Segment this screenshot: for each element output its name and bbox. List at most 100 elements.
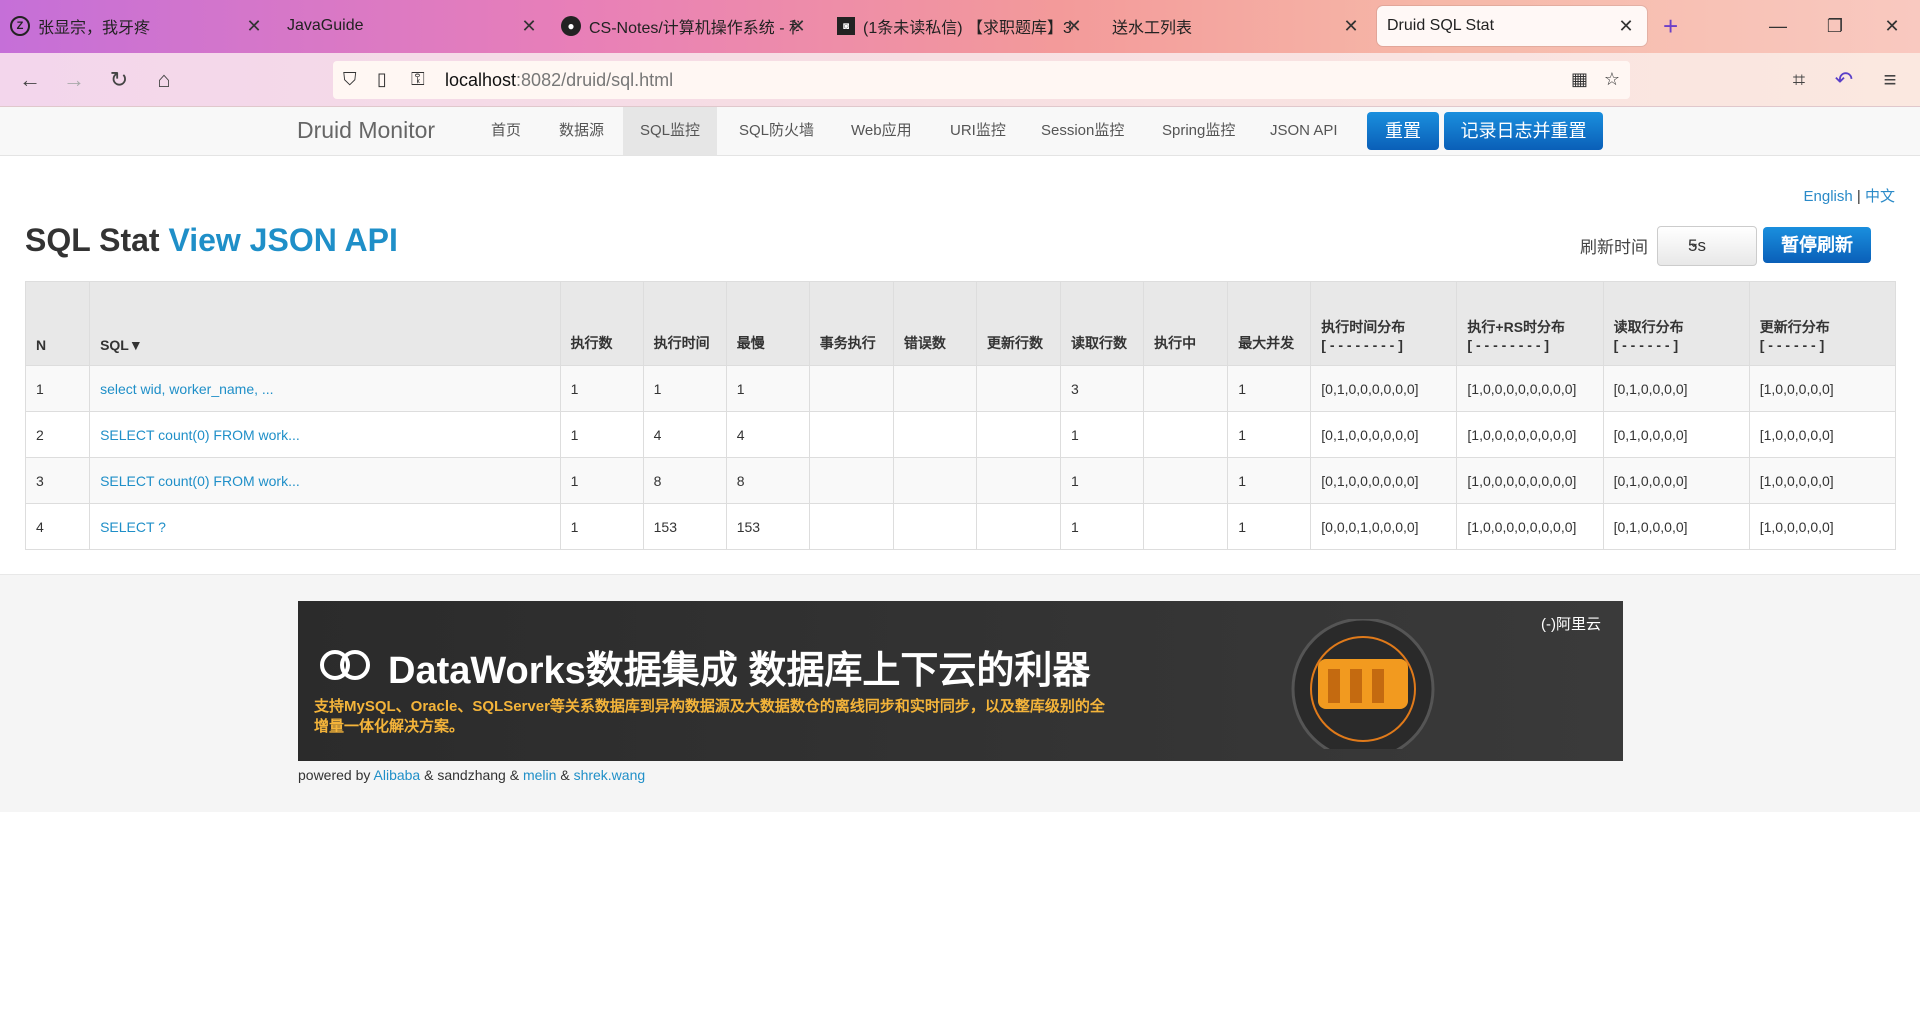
table-cell: [0,1,0,0,0,0,0,0] xyxy=(1310,365,1458,412)
tab-title: 送水工列表 xyxy=(1112,20,1193,37)
shrek-wang-link[interactable]: shrek.wang xyxy=(574,767,646,783)
screenshot-icon[interactable]: ⌗ xyxy=(1782,63,1816,97)
account-icon[interactable]: ↶ xyxy=(1827,63,1861,97)
table-cell: [1,0,0,0,0,0] xyxy=(1748,457,1897,504)
table-cell: [0,1,0,0,0,0] xyxy=(1602,365,1750,412)
qr-code-icon[interactable]: ▦ xyxy=(1571,69,1588,90)
window-close-icon[interactable]: ✕ xyxy=(1872,10,1912,42)
table-cell: 1 xyxy=(1060,457,1145,504)
bookmark-star-icon[interactable]: ☆ xyxy=(1604,69,1620,90)
minimize-icon[interactable]: — xyxy=(1758,10,1798,42)
table-cell xyxy=(808,457,894,504)
chip-graphic xyxy=(1291,619,1435,749)
nav-sql-monitor[interactable]: SQL监控 xyxy=(623,107,718,155)
column-header[interactable]: SQL▼ xyxy=(89,281,561,366)
dataworks-banner[interactable]: DataWorks数据集成 数据库上下云的利器 支持MySQL、Oracle、S… xyxy=(298,601,1623,761)
column-header[interactable]: 执行数 xyxy=(559,281,644,366)
column-header[interactable]: 错误数 xyxy=(892,281,977,366)
forward-icon[interactable]: → xyxy=(57,63,91,97)
restore-icon[interactable]: ❐ xyxy=(1815,10,1855,42)
tab-title: 张显宗，我牙疼 xyxy=(38,20,151,37)
table-row: 3 SELECT count(0) FROM work... 1 8 8 1 1 [0,1,0… xyxy=(24,457,1897,504)
column-header[interactable]: 读取行分布 [ - - - - - - ] xyxy=(1602,281,1750,366)
sql-link[interactable]: SELECT count(0) FROM work... xyxy=(89,457,561,504)
table-cell xyxy=(808,503,894,550)
pause-refresh-button[interactable]: 暂停刷新 xyxy=(1763,227,1871,263)
nav-web-app[interactable]: Web应用 xyxy=(834,107,929,155)
menu-icon[interactable]: ≡ xyxy=(1873,63,1907,97)
nav-datasource[interactable]: 数据源 xyxy=(542,107,621,155)
table-cell: 153 xyxy=(725,503,810,550)
nav-home[interactable]: 首页 xyxy=(474,107,538,155)
nav-spring-monitor[interactable]: Spring监控 xyxy=(1145,107,1252,155)
reload-icon[interactable]: ↻ xyxy=(102,63,136,97)
github-icon: ● xyxy=(561,16,581,36)
lang-chinese-link[interactable]: 中文 xyxy=(1865,188,1895,205)
column-header[interactable]: 读取行数 xyxy=(1060,281,1145,366)
alibaba-link[interactable]: Alibaba xyxy=(374,767,421,783)
tab-zhihu[interactable]: Z 张显宗，我牙疼 ✕ xyxy=(10,6,265,46)
key-icon[interactable]: ⚿ xyxy=(411,69,425,90)
table-header-row: N SQL▼ 执行数 执行时间 最慢 事务执行 错误数 更新行数 读取行数 执行… xyxy=(24,281,1897,366)
column-header[interactable]: 最大并发 xyxy=(1227,281,1312,366)
close-icon[interactable]: ✕ xyxy=(518,15,540,37)
tab-water-workers[interactable]: 送水工列表 ✕ xyxy=(1112,6,1362,46)
sql-link[interactable]: select wid, worker_name, ... xyxy=(89,365,561,412)
column-header[interactable]: 事务执行 xyxy=(808,281,894,366)
banner-title-text: DataWorks数据集成 数据库上下云的利器 xyxy=(388,650,1091,692)
table-cell: [0,1,0,0,0,0,0,0] xyxy=(1310,411,1458,458)
table-cell: 8 xyxy=(642,457,727,504)
column-header[interactable]: 更新行数 xyxy=(975,281,1062,366)
address-bar[interactable]: ⛉ ▯ ⚿ localhost:8082/druid/sql.html ▦ ☆ xyxy=(333,61,1630,99)
column-header[interactable]: 执行中 xyxy=(1143,281,1229,366)
table-cell: [0,1,0,0,0,0] xyxy=(1602,503,1750,550)
close-icon[interactable]: ✕ xyxy=(787,15,809,37)
powered-by-label: powered by xyxy=(298,767,371,783)
druid-header: Druid Monitor 首页 数据源 SQL监控 SQL防火墙 Web应用 … xyxy=(0,107,1920,156)
sql-link[interactable]: SELECT count(0) FROM work... xyxy=(89,411,561,458)
table-cell: 1 xyxy=(1060,503,1145,550)
tab-niuke[interactable]: ◙ (1条未读私信) 【求职题库】30 ✕ xyxy=(837,6,1085,46)
melin-link[interactable]: melin xyxy=(523,767,556,783)
nav-session-monitor[interactable]: Session监控 xyxy=(1024,107,1141,155)
home-icon[interactable]: ⌂ xyxy=(147,63,181,97)
lang-english-link[interactable]: English xyxy=(1804,188,1853,205)
table-cell: 1 xyxy=(559,457,644,504)
new-tab-button[interactable]: + xyxy=(1663,6,1693,46)
column-header[interactable]: 执行时间分布 [ - - - - - - - - ] xyxy=(1310,281,1458,366)
nav-json-api[interactable]: JSON API xyxy=(1253,107,1355,155)
back-icon[interactable]: ← xyxy=(13,63,47,97)
close-icon[interactable]: ✕ xyxy=(1615,15,1637,37)
table-cell: 4 xyxy=(725,411,810,458)
table-cell: [1,0,0,0,0,0] xyxy=(1748,411,1897,458)
language-switcher: English | 中文 xyxy=(1804,185,1895,206)
nav-uri-monitor[interactable]: URI监控 xyxy=(933,107,1023,155)
brand-title[interactable]: Druid Monitor xyxy=(297,117,435,144)
table-cell xyxy=(808,365,894,412)
column-header[interactable]: 执行+RS时分布 [ - - - - - - - - ] xyxy=(1456,281,1604,366)
reset-button[interactable]: 重置 xyxy=(1367,112,1439,150)
table-cell xyxy=(975,411,1062,458)
sql-link[interactable]: SELECT ? xyxy=(89,503,561,550)
nav-sql-firewall[interactable]: SQL防火墙 xyxy=(722,107,831,155)
tab-cs-notes[interactable]: ● CS-Notes/计算机操作系统 - 科 ✕ xyxy=(561,6,809,46)
view-json-api-link[interactable]: View JSON API xyxy=(168,222,397,258)
close-icon[interactable]: ✕ xyxy=(1063,15,1085,37)
tab-javaguide[interactable]: JavaGuide ✕ xyxy=(287,6,540,46)
log-and-reset-button[interactable]: 记录日志并重置 xyxy=(1444,112,1603,150)
table-cell: 1 xyxy=(559,411,644,458)
column-header[interactable]: 更新行分布 [ - - - - - - ] xyxy=(1748,281,1897,366)
url-text[interactable]: localhost:8082/druid/sql.html xyxy=(445,70,673,91)
url-host: localhost xyxy=(445,70,517,90)
refresh-interval-select[interactable]: 5s ⌄ xyxy=(1657,226,1757,266)
column-header[interactable]: N xyxy=(24,281,91,366)
column-header[interactable]: 最慢 xyxy=(725,281,810,366)
column-header[interactable]: 执行时间 xyxy=(642,281,727,366)
table-cell xyxy=(892,365,977,412)
close-icon[interactable]: ✕ xyxy=(1340,15,1362,37)
close-icon[interactable]: ✕ xyxy=(243,15,265,37)
shield-icon[interactable]: ⛉ xyxy=(343,69,357,90)
table-cell: 1 xyxy=(725,365,810,412)
app-icon: ◙ xyxy=(837,17,855,35)
tab-druid-sql-stat[interactable]: Druid SQL Stat ✕ xyxy=(1377,6,1647,46)
